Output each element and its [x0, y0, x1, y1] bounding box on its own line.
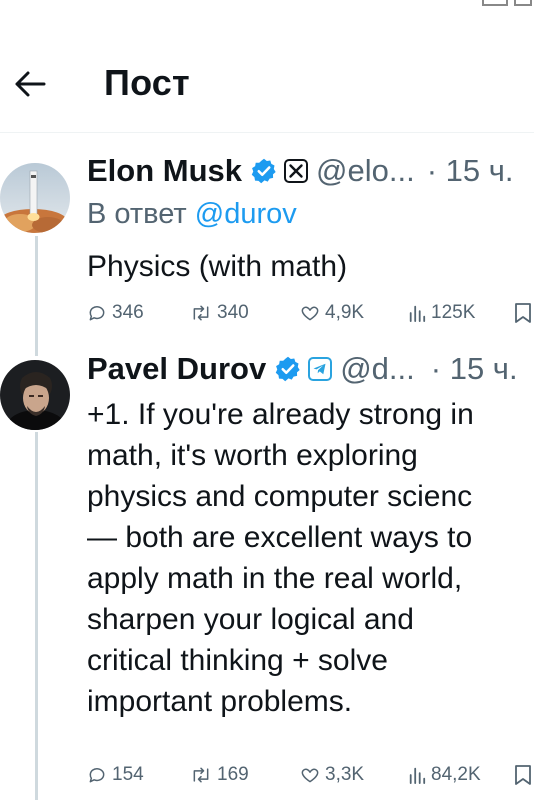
views-button[interactable]: 125K [408, 302, 475, 324]
repost-button[interactable]: 340 [190, 302, 249, 324]
bookmark-button[interactable] [514, 764, 532, 786]
tweet-time[interactable]: · 15 ч. [431, 351, 518, 387]
heart-icon [301, 768, 319, 783]
tweet-time[interactable]: · 15 ч. [427, 153, 514, 189]
like-button[interactable]: 4,9K [300, 302, 364, 324]
post-header: Пост [0, 0, 534, 133]
repost-icon [193, 767, 209, 783]
avatar-pavel-durov[interactable] [0, 360, 70, 430]
author-name[interactable]: Elon Musk [87, 153, 242, 189]
like-count: 3,3K [325, 764, 365, 785]
page-title: Пост [104, 62, 190, 103]
tweet-2-actions: 154 169 3,3K 84,2K [0, 762, 534, 792]
bookmark-button[interactable] [514, 302, 532, 324]
author-handle[interactable]: @d... [340, 351, 415, 387]
back-button[interactable] [10, 64, 50, 104]
tweet-1-actions: 346 340 4,9K 125K [0, 300, 534, 330]
avatar-elon-musk[interactable] [0, 163, 70, 233]
reply-to-label: В ответ [87, 198, 187, 230]
tweet-text-line: physics and computer scienc [87, 480, 473, 513]
tweet-text-line: critical thinking + solve [87, 644, 388, 677]
portrait-avatar [0, 360, 70, 430]
like-button[interactable]: 3,3K [300, 764, 364, 786]
reply-count: 346 [112, 302, 144, 323]
repost-count: 169 [217, 764, 249, 785]
views-button[interactable]: 84,2K [408, 764, 481, 786]
like-count: 4,9K [325, 302, 365, 323]
comment-icon [89, 306, 105, 321]
rocket-launch-avatar [0, 163, 70, 233]
tweet-text-line: apply math in the real world, [87, 562, 463, 595]
tweet-text-line: — both are excellent ways to [87, 521, 473, 554]
tweet-2-header: Pavel Durov @d... · 15 ч. [87, 351, 518, 387]
views-bar-icon [409, 767, 426, 784]
heart-icon [301, 306, 319, 321]
reply-to-line: В ответ @durov [87, 198, 297, 231]
tweet-text-line: sharpen your logical and [87, 603, 414, 636]
views-count: 125K [431, 302, 476, 323]
tweet-text-line: important problems. [87, 685, 353, 718]
reply-button[interactable]: 346 [87, 302, 144, 324]
tweet-1-header: Elon Musk @elo... · 15 ч. [87, 153, 514, 189]
tweet-text-line: math, it's worth exploring [87, 439, 418, 472]
reply-button[interactable]: 154 [87, 764, 144, 786]
author-name[interactable]: Pavel Durov [87, 351, 266, 387]
author-handle[interactable]: @elo... [316, 153, 415, 189]
views-count: 84,2K [431, 764, 481, 785]
tweet-text-line: +1. If you're already strong in [87, 398, 474, 431]
arrow-left-icon [15, 71, 46, 97]
verified-badge-icon[interactable] [274, 355, 302, 383]
x-logo-icon[interactable] [284, 159, 309, 183]
bookmark-icon [515, 765, 531, 785]
bookmark-icon [515, 303, 531, 323]
verified-badge-icon[interactable] [250, 157, 278, 185]
thread-connector-line-2 [35, 432, 38, 800]
tweet-2-text: +1. If you're already strong in math, it… [87, 394, 534, 722]
repost-count: 340 [217, 302, 249, 323]
telegram-icon[interactable] [308, 357, 333, 381]
repost-button[interactable]: 169 [190, 764, 249, 786]
reply-count: 154 [112, 764, 144, 785]
reply-to-mention[interactable]: @durov [195, 198, 297, 230]
repost-icon [193, 305, 209, 321]
comment-icon [89, 768, 105, 783]
views-bar-icon [409, 305, 426, 322]
thread-connector-line [35, 236, 38, 356]
tweet-1-text: Physics (with math) [87, 250, 348, 283]
